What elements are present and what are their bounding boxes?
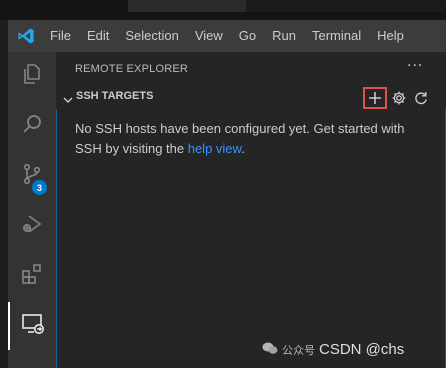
menu-go[interactable]: Go (231, 20, 264, 52)
watermark-left-text: 公众号 (282, 344, 315, 357)
vscode-logo-icon (8, 20, 44, 52)
add-ssh-target-button[interactable] (363, 87, 387, 109)
vscode-window: File Edit Selection View Go Run Terminal… (8, 20, 446, 368)
ssh-targets-section-header[interactable]: SSH TARGETS (56, 86, 446, 110)
background-tab-area (246, 0, 446, 12)
activity-bar: 3 (8, 52, 56, 368)
activity-remote-explorer[interactable] (8, 302, 56, 350)
menu-selection[interactable]: Selection (117, 20, 186, 52)
activity-explorer[interactable] (8, 52, 56, 100)
activity-search[interactable] (8, 102, 56, 150)
message-end: . (241, 141, 245, 156)
search-icon (20, 112, 44, 140)
chevron-down-icon (62, 91, 74, 110)
activity-run-debug[interactable] (8, 202, 56, 250)
help-view-link[interactable]: help view (188, 141, 241, 156)
wechat-icon (262, 340, 278, 359)
menu-bar: File Edit Selection View Go Run Terminal… (44, 20, 412, 52)
ssh-targets-panel: No SSH hosts have been configured yet. G… (56, 109, 446, 368)
menu-file[interactable]: File (44, 20, 79, 52)
extensions-icon (20, 262, 44, 290)
more-actions-button[interactable]: ··· (407, 58, 423, 74)
menu-view[interactable]: View (187, 20, 231, 52)
no-hosts-message: No SSH hosts have been configured yet. G… (75, 119, 415, 159)
remote-explorer-icon (20, 312, 46, 340)
source-control-badge: 3 (32, 180, 47, 195)
menu-edit[interactable]: Edit (79, 20, 117, 52)
watermark: 公众号 CSDN @chs (262, 340, 404, 359)
background-tab (128, 0, 246, 12)
refresh-button[interactable] (411, 88, 431, 108)
activity-source-control[interactable]: 3 (8, 152, 56, 200)
background-strip (0, 0, 446, 20)
explorer-icon (20, 62, 44, 90)
menu-terminal[interactable]: Terminal (304, 20, 369, 52)
menu-help[interactable]: Help (369, 20, 412, 52)
sidebar-title: REMOTE EXPLORER (75, 63, 189, 75)
menu-run[interactable]: Run (264, 20, 304, 52)
title-bar: File Edit Selection View Go Run Terminal… (8, 20, 446, 52)
section-title: SSH TARGETS (76, 90, 154, 102)
run-debug-icon (20, 212, 44, 240)
activity-extensions[interactable] (8, 252, 56, 300)
configure-gear-button[interactable] (389, 88, 409, 108)
remote-explorer-sidebar: REMOTE EXPLORER ··· SSH TARGETS No SSH h… (56, 52, 446, 368)
watermark-right-text: CSDN @chs (319, 341, 405, 358)
